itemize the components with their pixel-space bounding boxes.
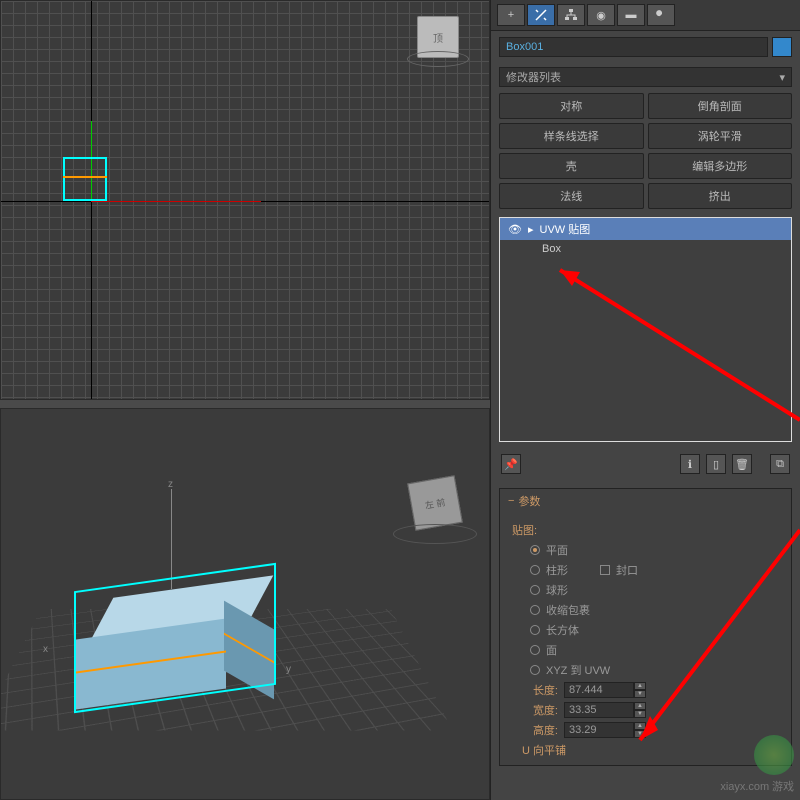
spinner-down-icon[interactable]: ▼ — [634, 710, 646, 718]
height-spinner[interactable]: ▲▼ — [564, 722, 646, 738]
modifier-list-label: 修改器列表 — [506, 69, 561, 85]
length-label: 长度: — [522, 682, 558, 698]
stack-item-label: Box — [542, 243, 561, 255]
radio-box[interactable]: 长方体 — [512, 620, 779, 640]
hierarchy-icon — [564, 8, 578, 22]
viewcube-ring[interactable] — [407, 51, 469, 67]
object-color-swatch[interactable] — [772, 37, 792, 57]
eye-icon[interactable]: 👁 — [508, 223, 522, 236]
radio-icon — [530, 645, 540, 655]
radio-face[interactable]: 面 — [512, 640, 779, 660]
stack-item-label: UVW 贴图 — [540, 221, 591, 237]
remove-modifier-button[interactable]: 🗑 — [732, 454, 752, 474]
btn-edit-poly[interactable]: 编辑多边形 — [648, 153, 793, 179]
u-tile-label: U 向平铺 — [522, 742, 566, 758]
modifier-list-dropdown[interactable]: 修改器列表 ▾ — [499, 67, 792, 87]
pin-stack-button[interactable]: 📌 — [501, 454, 521, 474]
width-label: 宽度: — [522, 702, 558, 718]
tab-create[interactable]: + — [497, 4, 525, 26]
spinner-down-icon[interactable]: ▼ — [634, 730, 646, 738]
configure-sets-button[interactable]: ⧉ — [770, 454, 790, 474]
axis-x-label: x — [43, 644, 48, 655]
viewport-perspective[interactable]: z x y 左 前 — [0, 408, 490, 800]
expand-icon[interactable]: ▸ — [528, 223, 534, 236]
viewcube-ring-persp[interactable] — [393, 524, 477, 544]
show-end-result-button[interactable]: ℹ — [680, 454, 700, 474]
mapping-group-label: 贴图: — [512, 522, 779, 538]
spinner-up-icon[interactable]: ▲ — [634, 682, 646, 690]
radio-planar[interactable]: 平面 — [512, 540, 779, 560]
rollout-body: 贴图: 平面 柱形封口 球形 收缩包裹 长方体 面 XYZ 到 UVW 长度: … — [500, 513, 791, 765]
command-panel-tabs: + ◉ ▬ — [491, 0, 800, 31]
length-input[interactable] — [564, 682, 634, 698]
stack-item-uvw-map[interactable]: 👁 ▸ UVW 贴图 — [500, 218, 791, 240]
radio-icon — [530, 585, 540, 595]
radio-icon — [530, 565, 540, 575]
modifier-stack[interactable]: 👁 ▸ UVW 贴图 Box — [499, 217, 792, 442]
viewport-top[interactable]: 顶 — [0, 0, 490, 400]
btn-shell[interactable]: 壳 — [499, 153, 644, 179]
radio-icon — [530, 665, 540, 675]
stack-toolbar: 📌 ℹ ▯ 🗑 ⧉ — [499, 448, 792, 480]
radio-shrink-wrap[interactable]: 收缩包裹 — [512, 600, 779, 620]
cap-checkbox[interactable] — [600, 565, 610, 575]
axis-z-line — [171, 489, 172, 589]
tab-utilities[interactable] — [647, 4, 675, 26]
tab-hierarchy[interactable] — [557, 4, 585, 26]
radio-spherical[interactable]: 球形 — [512, 580, 779, 600]
object-name-input[interactable] — [499, 37, 768, 57]
spinner-down-icon[interactable]: ▼ — [634, 690, 646, 698]
stack-item-box[interactable]: Box — [500, 240, 791, 258]
axis-z-label: z — [168, 479, 173, 490]
length-row: 长度: ▲▼ — [512, 680, 779, 700]
btn-normal[interactable]: 法线 — [499, 183, 644, 209]
watermark-brand: 游戏 — [772, 781, 794, 793]
tab-display[interactable]: ▬ — [617, 4, 645, 26]
watermark-site: xiayx.com — [720, 781, 769, 793]
make-unique-button[interactable]: ▯ — [706, 454, 726, 474]
tab-motion[interactable]: ◉ — [587, 4, 615, 26]
width-spinner[interactable]: ▲▼ — [564, 702, 646, 718]
btn-turbosmooth[interactable]: 涡轮平滑 — [648, 123, 793, 149]
watermark-logo-icon — [754, 735, 794, 775]
command-panel: + ◉ ▬ 修改器列表 ▾ 对称 倒角剖面 样条线选择 涡轮平滑 壳 编辑多边形… — [490, 0, 800, 800]
radio-xyz-uvw[interactable]: XYZ 到 UVW — [512, 660, 779, 680]
width-row: 宽度: ▲▼ — [512, 700, 779, 720]
btn-extrude[interactable]: 挤出 — [648, 183, 793, 209]
selected-object-midline — [63, 176, 107, 178]
width-input[interactable] — [564, 702, 634, 718]
radio-icon — [530, 625, 540, 635]
selected-object-bounds[interactable] — [63, 157, 107, 201]
spinner-up-icon[interactable]: ▲ — [634, 722, 646, 730]
gizmo-x-axis[interactable] — [91, 201, 261, 202]
radio-cylindrical[interactable]: 柱形封口 — [512, 560, 779, 580]
modify-icon — [534, 8, 548, 22]
spinner-up-icon[interactable]: ▲ — [634, 702, 646, 710]
radio-icon — [530, 605, 540, 615]
radio-icon — [530, 545, 540, 555]
object-name-row — [491, 31, 800, 63]
btn-chamfer[interactable]: 倒角剖面 — [648, 93, 793, 119]
modifier-buttons-grid: 对称 倒角剖面 样条线选择 涡轮平滑 壳 编辑多边形 法线 挤出 — [499, 93, 792, 209]
height-label: 高度: — [522, 722, 558, 738]
rollout-title: 参数 — [518, 493, 540, 509]
wrench-icon — [654, 8, 668, 22]
viewcube-cube-icon[interactable]: 左 前 — [407, 475, 463, 531]
btn-symmetry[interactable]: 对称 — [499, 93, 644, 119]
tab-modify[interactable] — [527, 4, 555, 26]
viewport-area: 顶 z x y 左 前 — [0, 0, 490, 800]
watermark: xiayx.com 游戏 — [720, 735, 794, 794]
chevron-down-icon: ▾ — [779, 71, 785, 84]
viewcube-perspective[interactable]: 左 前 — [411, 479, 459, 527]
height-input[interactable] — [564, 722, 634, 738]
btn-spline-select[interactable]: 样条线选择 — [499, 123, 644, 149]
axis-y-label: y — [286, 664, 291, 675]
rollout-header[interactable]: 参数 — [500, 489, 791, 513]
parameters-rollout: 参数 贴图: 平面 柱形封口 球形 收缩包裹 长方体 面 XYZ 到 UVW 长… — [499, 488, 792, 766]
length-spinner[interactable]: ▲▼ — [564, 682, 646, 698]
